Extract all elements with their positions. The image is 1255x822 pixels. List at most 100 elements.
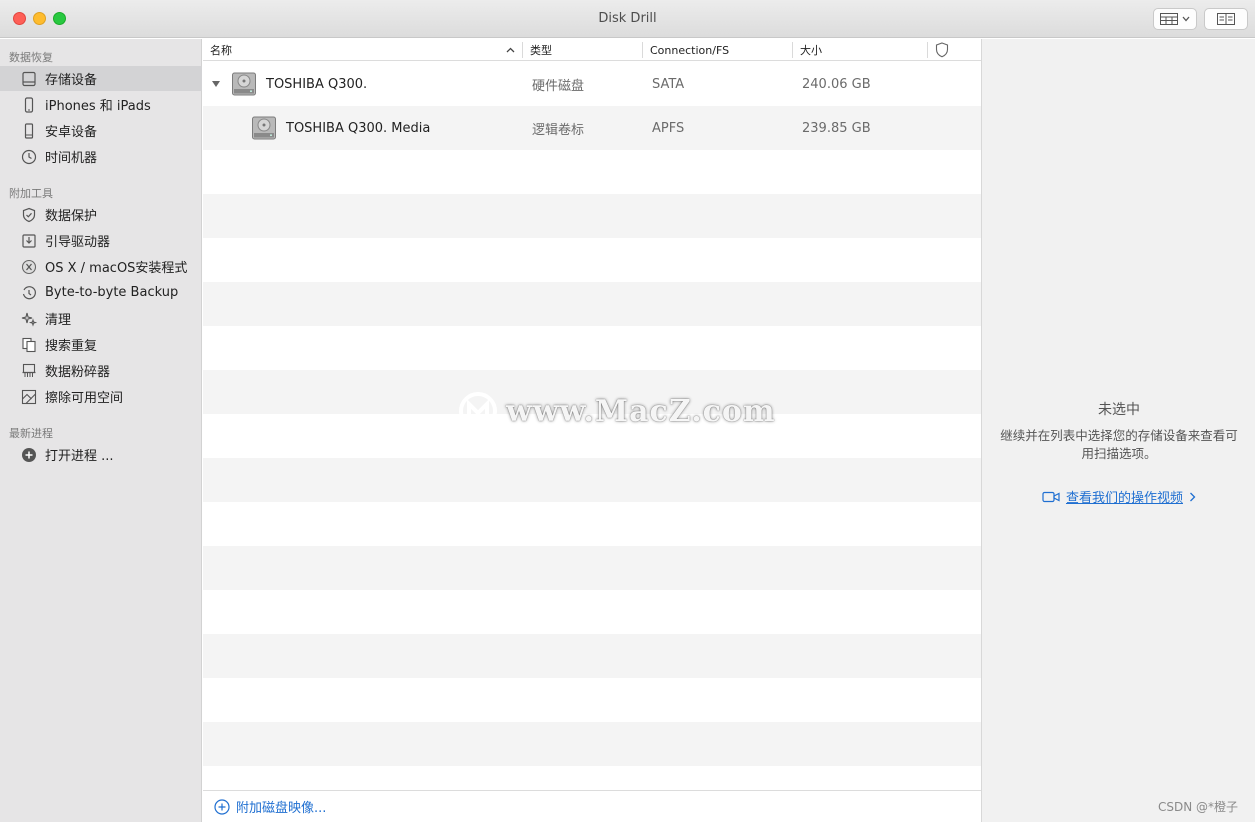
attach-disk-image-link[interactable]: 附加磁盘映像... bbox=[203, 790, 981, 822]
sparkle-icon bbox=[20, 310, 38, 328]
volume-icon bbox=[251, 106, 277, 150]
boot-drive-icon bbox=[20, 232, 38, 250]
sidebar-section-sessions: 最新进程 bbox=[9, 427, 53, 440]
column-header-label: Connection/FS bbox=[650, 43, 730, 57]
app-window: Disk Drill 数据恢复 存储设备 iPhones 和 iPads 安卓设… bbox=[0, 0, 1255, 822]
watch-video-label: 查看我们的操作视频 bbox=[1065, 491, 1183, 506]
watch-video-link[interactable]: 查看我们的操作视频 bbox=[982, 487, 1255, 506]
empty-row bbox=[203, 458, 981, 502]
iphone-icon bbox=[20, 96, 38, 114]
toggle-panel-button[interactable] bbox=[1204, 8, 1248, 30]
sidebar-item-time-machine[interactable]: 时间机器 bbox=[0, 144, 202, 169]
sidebar-item-label: 存储设备 bbox=[45, 73, 98, 88]
split-panel-icon bbox=[1217, 13, 1235, 25]
sidebar-item-label: Byte-to-byte Backup bbox=[45, 285, 179, 300]
volume-name: TOSHIBA Q300. Media bbox=[286, 120, 431, 136]
sidebar-item-find-duplicates[interactable]: 搜索重复 bbox=[0, 332, 202, 357]
watermark: www.MacZ.com bbox=[458, 390, 776, 432]
sidebar-item-label: iPhones 和 iPads bbox=[45, 99, 151, 114]
empty-row bbox=[203, 282, 981, 326]
chevron-down-icon bbox=[1182, 16, 1190, 22]
sidebar-item-shredder[interactable]: 数据粉碎器 bbox=[0, 358, 202, 383]
disk-connection: SATA bbox=[652, 76, 685, 92]
sidebar-item-label: OS X / macOS安装程式 bbox=[45, 261, 188, 276]
sidebar-item-label: 时间机器 bbox=[45, 151, 98, 166]
table-row-volume[interactable]: TOSHIBA Q300. Media 逻辑卷标 APFS 239.85 GB bbox=[203, 106, 981, 150]
detail-panel: 未选中 继续并在列表中选择您的存储设备来查看可用扫描选项。 查看我们的操作视频 bbox=[981, 39, 1255, 822]
empty-row bbox=[203, 238, 981, 282]
column-divider bbox=[792, 42, 793, 58]
column-header-label: 名称 bbox=[210, 44, 232, 57]
empty-row bbox=[203, 502, 981, 546]
column-divider bbox=[642, 42, 643, 58]
sidebar-section-recovery: 数据恢复 bbox=[9, 51, 53, 64]
sidebar-item-macos-installer[interactable]: OS X / macOS安装程式 bbox=[0, 254, 202, 279]
empty-row bbox=[203, 546, 981, 590]
no-selection-description: 继续并在列表中选择您的存储设备来查看可用扫描选项。 bbox=[1000, 428, 1238, 461]
macz-logo-icon bbox=[459, 392, 497, 430]
drive-icon bbox=[20, 70, 38, 88]
add-circle-icon bbox=[214, 798, 230, 815]
attach-disk-image-label: 附加磁盘映像... bbox=[236, 801, 327, 816]
sidebar-item-iphones[interactable]: iPhones 和 iPads bbox=[0, 92, 202, 117]
sidebar-item-label: 数据粉碎器 bbox=[45, 365, 111, 380]
no-selection-title: 未选中 bbox=[1098, 402, 1140, 418]
column-header-label: 大小 bbox=[800, 44, 822, 57]
volume-filesystem: APFS bbox=[652, 120, 685, 136]
disk-type: 硬件磁盘 bbox=[532, 78, 585, 94]
shield-icon bbox=[20, 206, 38, 224]
plus-circle-icon bbox=[20, 446, 38, 464]
empty-row bbox=[203, 722, 981, 766]
column-header-size[interactable]: 大小 bbox=[800, 42, 920, 58]
sidebar-item-label: 搜索重复 bbox=[45, 339, 98, 354]
empty-row bbox=[203, 150, 981, 194]
empty-row bbox=[203, 326, 981, 370]
sidebar-item-cleanup[interactable]: 清理 bbox=[0, 306, 202, 331]
watermark-text: www.MacZ.com bbox=[506, 393, 776, 429]
column-header-name[interactable]: 名称 bbox=[210, 42, 520, 58]
column-divider bbox=[927, 42, 928, 58]
empty-row bbox=[203, 590, 981, 634]
android-phone-icon bbox=[20, 122, 38, 140]
column-divider bbox=[522, 42, 523, 58]
duplicate-files-icon bbox=[20, 336, 38, 354]
empty-row bbox=[203, 678, 981, 722]
sort-ascending-icon bbox=[506, 47, 515, 53]
window-title: Disk Drill bbox=[598, 11, 657, 26]
column-header-connection[interactable]: Connection/FS bbox=[650, 42, 790, 58]
sidebar: 数据恢复 存储设备 iPhones 和 iPads 安卓设备 时间机器 附加工具… bbox=[0, 39, 202, 822]
sidebar-item-label: 数据保护 bbox=[45, 209, 98, 224]
sidebar-section-tools: 附加工具 bbox=[9, 187, 53, 200]
disk-name: TOSHIBA Q300. bbox=[266, 76, 368, 92]
empty-row bbox=[203, 194, 981, 238]
volume-size: 239.85 GB bbox=[802, 120, 871, 136]
sidebar-item-data-protection[interactable]: 数据保护 bbox=[0, 202, 202, 227]
sidebar-item-label: 清理 bbox=[45, 313, 72, 328]
table-row-disk[interactable]: TOSHIBA Q300. 硬件磁盘 SATA 240.06 GB bbox=[203, 62, 981, 106]
erase-space-icon bbox=[20, 388, 38, 406]
time-machine-icon bbox=[20, 148, 38, 166]
hard-disk-icon bbox=[231, 62, 257, 106]
column-header-label: 类型 bbox=[530, 44, 552, 57]
column-header-protection[interactable] bbox=[935, 42, 955, 58]
column-header-type[interactable]: 类型 bbox=[530, 42, 640, 58]
source-credit: CSDN @*橙子 bbox=[1158, 800, 1239, 814]
chevron-right-icon bbox=[1190, 492, 1196, 501]
disclosure-triangle-icon[interactable] bbox=[211, 62, 221, 106]
sidebar-item-label: 安卓设备 bbox=[45, 125, 98, 140]
sidebar-item-open-session[interactable]: 打开进程 ... bbox=[0, 442, 202, 467]
sidebar-item-label: 打开进程 ... bbox=[45, 449, 114, 464]
title-bar: Disk Drill bbox=[0, 0, 1255, 38]
view-mode-button[interactable] bbox=[1153, 8, 1197, 30]
sidebar-item-android[interactable]: 安卓设备 bbox=[0, 118, 202, 143]
sidebar-item-storage[interactable]: 存储设备 bbox=[0, 66, 202, 91]
sidebar-item-label: 擦除可用空间 bbox=[45, 391, 124, 406]
sidebar-item-boot-drive[interactable]: 引导驱动器 bbox=[0, 228, 202, 253]
macos-installer-icon bbox=[20, 258, 38, 276]
list-view-icon bbox=[1160, 13, 1178, 25]
sidebar-item-label: 引导驱动器 bbox=[45, 235, 111, 250]
table-header: 名称 类型 Connection/FS 大小 bbox=[203, 39, 981, 61]
sidebar-item-byte-backup[interactable]: Byte-to-byte Backup bbox=[0, 280, 202, 305]
video-camera-icon bbox=[1042, 491, 1060, 502]
sidebar-item-erase-free-space[interactable]: 擦除可用空间 bbox=[0, 384, 202, 409]
